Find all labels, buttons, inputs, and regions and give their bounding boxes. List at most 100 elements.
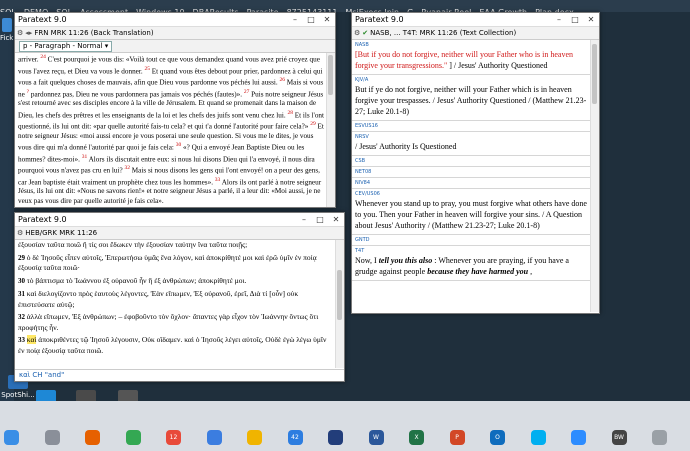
paratext-window-text-collection[interactable]: Paratext 9.0 – □ ✕ ⚙ ✔ NASB, ... T4T: MR… (351, 12, 600, 314)
greek-verse: ἐξουσίαν ταῦτα ποιῶ ἢ τίς σοι ἔδωκεν τὴν… (18, 240, 334, 250)
calendar-icon[interactable]: 12 (166, 430, 181, 445)
text-collection-list[interactable]: NASB [But if you do not forgive, neither … (352, 40, 590, 311)
paratext-icon[interactable] (328, 430, 343, 445)
translation-text: Now, I (355, 256, 379, 265)
photos-icon[interactable] (247, 430, 262, 445)
paragraph-style-select[interactable]: p - Paragraph - Normal ▾ (19, 40, 113, 52)
chrome-icon[interactable] (125, 430, 141, 445)
collection-row[interactable]: NET08 (352, 167, 590, 178)
dock: 12 42 W X P O BW (0, 401, 690, 451)
close-button[interactable]: ✕ (583, 15, 599, 24)
translation-code: ESVUS16 (355, 123, 378, 129)
verse-text: ἀποκριθέντες τῷ Ἰησοῦ λέγουσιν, Οὐκ οἴδα… (18, 335, 327, 355)
trash-icon[interactable] (652, 430, 667, 445)
minimize-button[interactable]: – (296, 215, 312, 224)
translation-text: because they have harmed you (427, 267, 529, 276)
paratext-window-greek[interactable]: Paratext 9.0 – □ ✕ ⚙ HEB/GRK MRK 11:26 ἐ… (14, 212, 345, 382)
powerpoint-icon[interactable]: P (449, 430, 465, 445)
collection-row[interactable]: CSB (352, 156, 590, 167)
word-icon[interactable]: W (368, 430, 384, 445)
greek-verse: 32 ἀλλὰ εἴπωμεν, Ἐξ ἀνθρώπων; – ἐφοβοῦντ… (18, 312, 334, 332)
close-button[interactable]: ✕ (328, 215, 344, 224)
window-toolbar: ⚙ HEB/GRK MRK 11:26 (15, 227, 344, 240)
minimize-button[interactable]: – (287, 15, 303, 24)
verse-text: καὶ διελογίζοντο πρὸς ἑαυτοὺς λέγοντες, … (18, 289, 299, 309)
outlook-icon[interactable]: O (490, 430, 505, 445)
back-translation-paragraph: arriver. 24 C'est pourquoi je vous dis: … (18, 53, 325, 205)
verse-text: ὁ δὲ Ἰησοῦς εἶπεν αὐτοῖς, Ἐπερωτήσω ὑμᾶς… (18, 252, 317, 273)
paratext-window-back-translation[interactable]: Paratext 9.0 – □ ✕ ⚙ ◂▸ FRN MRK 11:26 (B… (14, 12, 336, 208)
collection-row[interactable]: KJV/A But if ye do not forgive, neither w… (352, 75, 590, 121)
zoom-icon[interactable] (571, 430, 586, 445)
style-toolbar: p - Paragraph - Normal ▾ (15, 40, 335, 53)
collection-row[interactable]: NASB [But if you do not forgive, neither … (352, 40, 590, 75)
maximize-button[interactable]: □ (567, 15, 583, 24)
translation-code: CEV/US06 (355, 191, 380, 197)
collection-row[interactable]: ESVUS16 (352, 121, 590, 132)
window-titlebar[interactable]: Paratext 9.0 – □ ✕ (15, 213, 344, 227)
collection-row[interactable]: CEV/US06 Whenever you stand up to pray, y… (352, 189, 590, 235)
back-translation-text[interactable]: arriver. 24 C'est pourquoi je vous dis: … (18, 53, 325, 205)
minimize-button[interactable]: – (551, 15, 567, 24)
close-button[interactable]: ✕ (319, 15, 335, 24)
verse-number: 30 (18, 276, 27, 285)
finder-icon[interactable] (4, 430, 19, 445)
greek-verse: 29 ὁ δὲ Ἰησοῦς εἶπεν αὐτοῖς, Ἐπερωτήσω ὑ… (18, 253, 334, 273)
gear-icon[interactable]: ⚙ (354, 29, 360, 37)
launchpad-icon[interactable] (44, 430, 60, 445)
maximize-button[interactable]: □ (312, 215, 328, 224)
desktop-icon[interactable]: Fick... (0, 18, 20, 42)
skype-icon[interactable] (530, 430, 546, 445)
translation-code: GNTD (355, 237, 370, 243)
vertical-scrollbar[interactable] (590, 40, 599, 312)
nav-arrows-icon[interactable]: ◂▸ (25, 29, 32, 37)
bw-icon[interactable]: BW (611, 430, 627, 445)
project-reference[interactable]: NASB, ... T4T: MRK 11:26 (Text Collectio… (370, 29, 516, 37)
check-icon[interactable]: ✔ (362, 29, 368, 37)
project-reference[interactable]: FRN MRK 11:26 (Back Translation) (34, 29, 153, 37)
verse-number: 32 (18, 313, 27, 321)
greek-verse: 30 τὸ βάπτισμα τὸ Ἰωάννου ἐξ οὐρανοῦ ἦν … (18, 276, 334, 287)
window-toolbar: ⚙ ◂▸ FRN MRK 11:26 (Back Translation) (15, 27, 335, 40)
vertical-scrollbar[interactable] (326, 53, 335, 207)
text-segment: pardonnez pas, Dieu ne vous pardonnera p… (29, 90, 244, 99)
paragraph-style-value: p - Paragraph - Normal (23, 41, 103, 50)
selected-word[interactable]: καὶ (26, 335, 37, 344)
gear-icon[interactable]: ⚙ (17, 29, 23, 37)
translation-code: NET08 (355, 169, 372, 175)
verse-text: τὸ βάπτισμα τὸ Ἰωάννου ἐξ οὐρανοῦ ἦν ἢ ἐ… (26, 275, 247, 285)
translation-code: CSB (355, 158, 366, 164)
translation-code: NRSV (355, 134, 369, 140)
mail-icon[interactable] (206, 430, 222, 445)
translation-text: Whenever you stand up to pray, you must … (355, 199, 587, 230)
collection-row[interactable]: GNTD (352, 235, 590, 246)
window-title: Paratext 9.0 (18, 15, 67, 24)
window-titlebar[interactable]: Paratext 9.0 – □ ✕ (15, 13, 335, 27)
verse-text: ἀλλὰ εἴπωμεν, Ἐξ ἀνθρώπων; – ἐφοβοῦντο τ… (18, 312, 319, 332)
translation-code: KJV/A (355, 77, 369, 83)
verse-number: 31 (18, 290, 27, 298)
gear-icon[interactable]: ⚙ (17, 229, 23, 237)
translation-text: tell you this also (378, 256, 433, 265)
collection-row[interactable]: NRSV / Jesus' Authority Is Questioned (352, 132, 590, 156)
firefox-icon[interactable] (85, 430, 100, 445)
verse-number: 29 (18, 253, 27, 262)
project-reference[interactable]: HEB/GRK MRK 11:26 (25, 229, 97, 237)
translation-text: / Jesus' Authority Is Questioned (355, 142, 457, 151)
window-title: Paratext 9.0 (18, 215, 67, 224)
window-titlebar[interactable]: Paratext 9.0 – □ ✕ (352, 13, 599, 27)
app-store-icon[interactable]: 42 (287, 430, 303, 445)
collection-row[interactable]: NIV84 (352, 178, 590, 189)
lexical-status-bar: καὶ CH "and" (15, 369, 344, 381)
window-toolbar: ⚙ ✔ NASB, ... T4T: MRK 11:26 (Text Colle… (352, 27, 599, 40)
collection-row[interactable]: T4T Now, I tell you this also : Whenever … (352, 246, 590, 281)
verse-number: 33 (18, 336, 27, 344)
verse-text: ἐξουσίαν ταῦτα ποιῶ ἢ τίς σοι ἔδωκεν τὴν… (18, 240, 248, 249)
greek-verse: 33 καὶ ἀποκριθέντες τῷ Ἰησοῦ λέγουσιν, Ο… (18, 335, 334, 355)
translation-text: But if ye do not forgive, neither will y… (355, 85, 587, 116)
excel-icon[interactable]: X (409, 430, 424, 445)
translation-text: ] / Jesus' Authority Questioned (447, 61, 548, 70)
maximize-button[interactable]: □ (303, 15, 319, 24)
greek-text[interactable]: ἐξουσίαν ταῦτα ποιῶ ἢ τίς σοι ἔδωκεν τὴν… (18, 240, 334, 368)
vertical-scrollbar[interactable] (335, 240, 344, 368)
